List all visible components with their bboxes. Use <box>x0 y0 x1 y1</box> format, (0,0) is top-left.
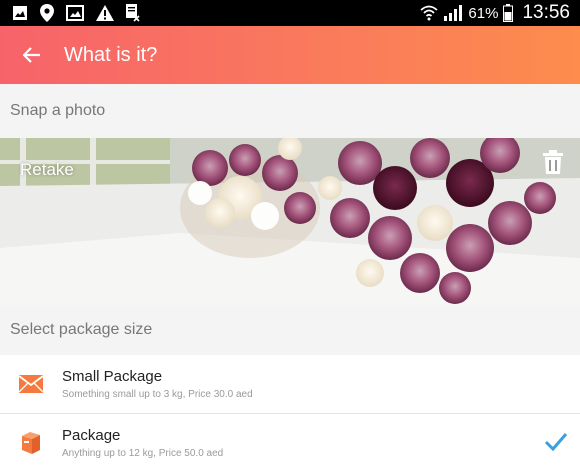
image-icon <box>66 5 84 21</box>
package-title: Package <box>62 426 121 444</box>
package-section-header: Select package size <box>0 305 580 355</box>
page-title: What is it? <box>64 43 158 66</box>
package-option-regular[interactable]: Package Anything up to 12 kg, Price 50.0… <box>0 413 580 471</box>
back-button[interactable] <box>0 26 64 84</box>
document-icon <box>126 4 140 22</box>
photo-section-header: Snap a photo <box>0 84 580 138</box>
app-bar: What is it? <box>0 26 580 84</box>
box-icon <box>22 431 40 454</box>
status-bar: 61% 13:56 <box>0 0 580 26</box>
wifi-icon <box>420 5 439 21</box>
clock: 13:56 <box>522 2 570 23</box>
delete-photo-button[interactable] <box>542 150 564 179</box>
trash-icon <box>543 150 563 174</box>
envelope-icon <box>19 375 43 393</box>
package-title: Small Package <box>62 368 163 385</box>
bouquet-photo <box>0 138 580 305</box>
retake-button[interactable]: Retake <box>20 160 74 180</box>
package-list: Small Package Something small up to 3 kg… <box>0 355 580 471</box>
signal-icon <box>444 5 463 21</box>
gallery-icon <box>13 6 27 20</box>
check-icon <box>544 433 568 452</box>
battery-icon <box>503 4 514 22</box>
package-subtitle: Something small up to 3 kg, Price 30.0 a… <box>62 389 253 400</box>
photo-preview: Retake <box>0 138 580 305</box>
location-icon <box>40 4 54 22</box>
warning-icon <box>96 5 114 21</box>
battery-percent: 61% <box>468 4 499 22</box>
package-subtitle: Anything up to 12 kg, Price 50.0 aed <box>62 447 224 459</box>
arrow-back-icon <box>23 47 40 63</box>
package-option-small[interactable]: Small Package Something small up to 3 kg… <box>0 355 580 413</box>
